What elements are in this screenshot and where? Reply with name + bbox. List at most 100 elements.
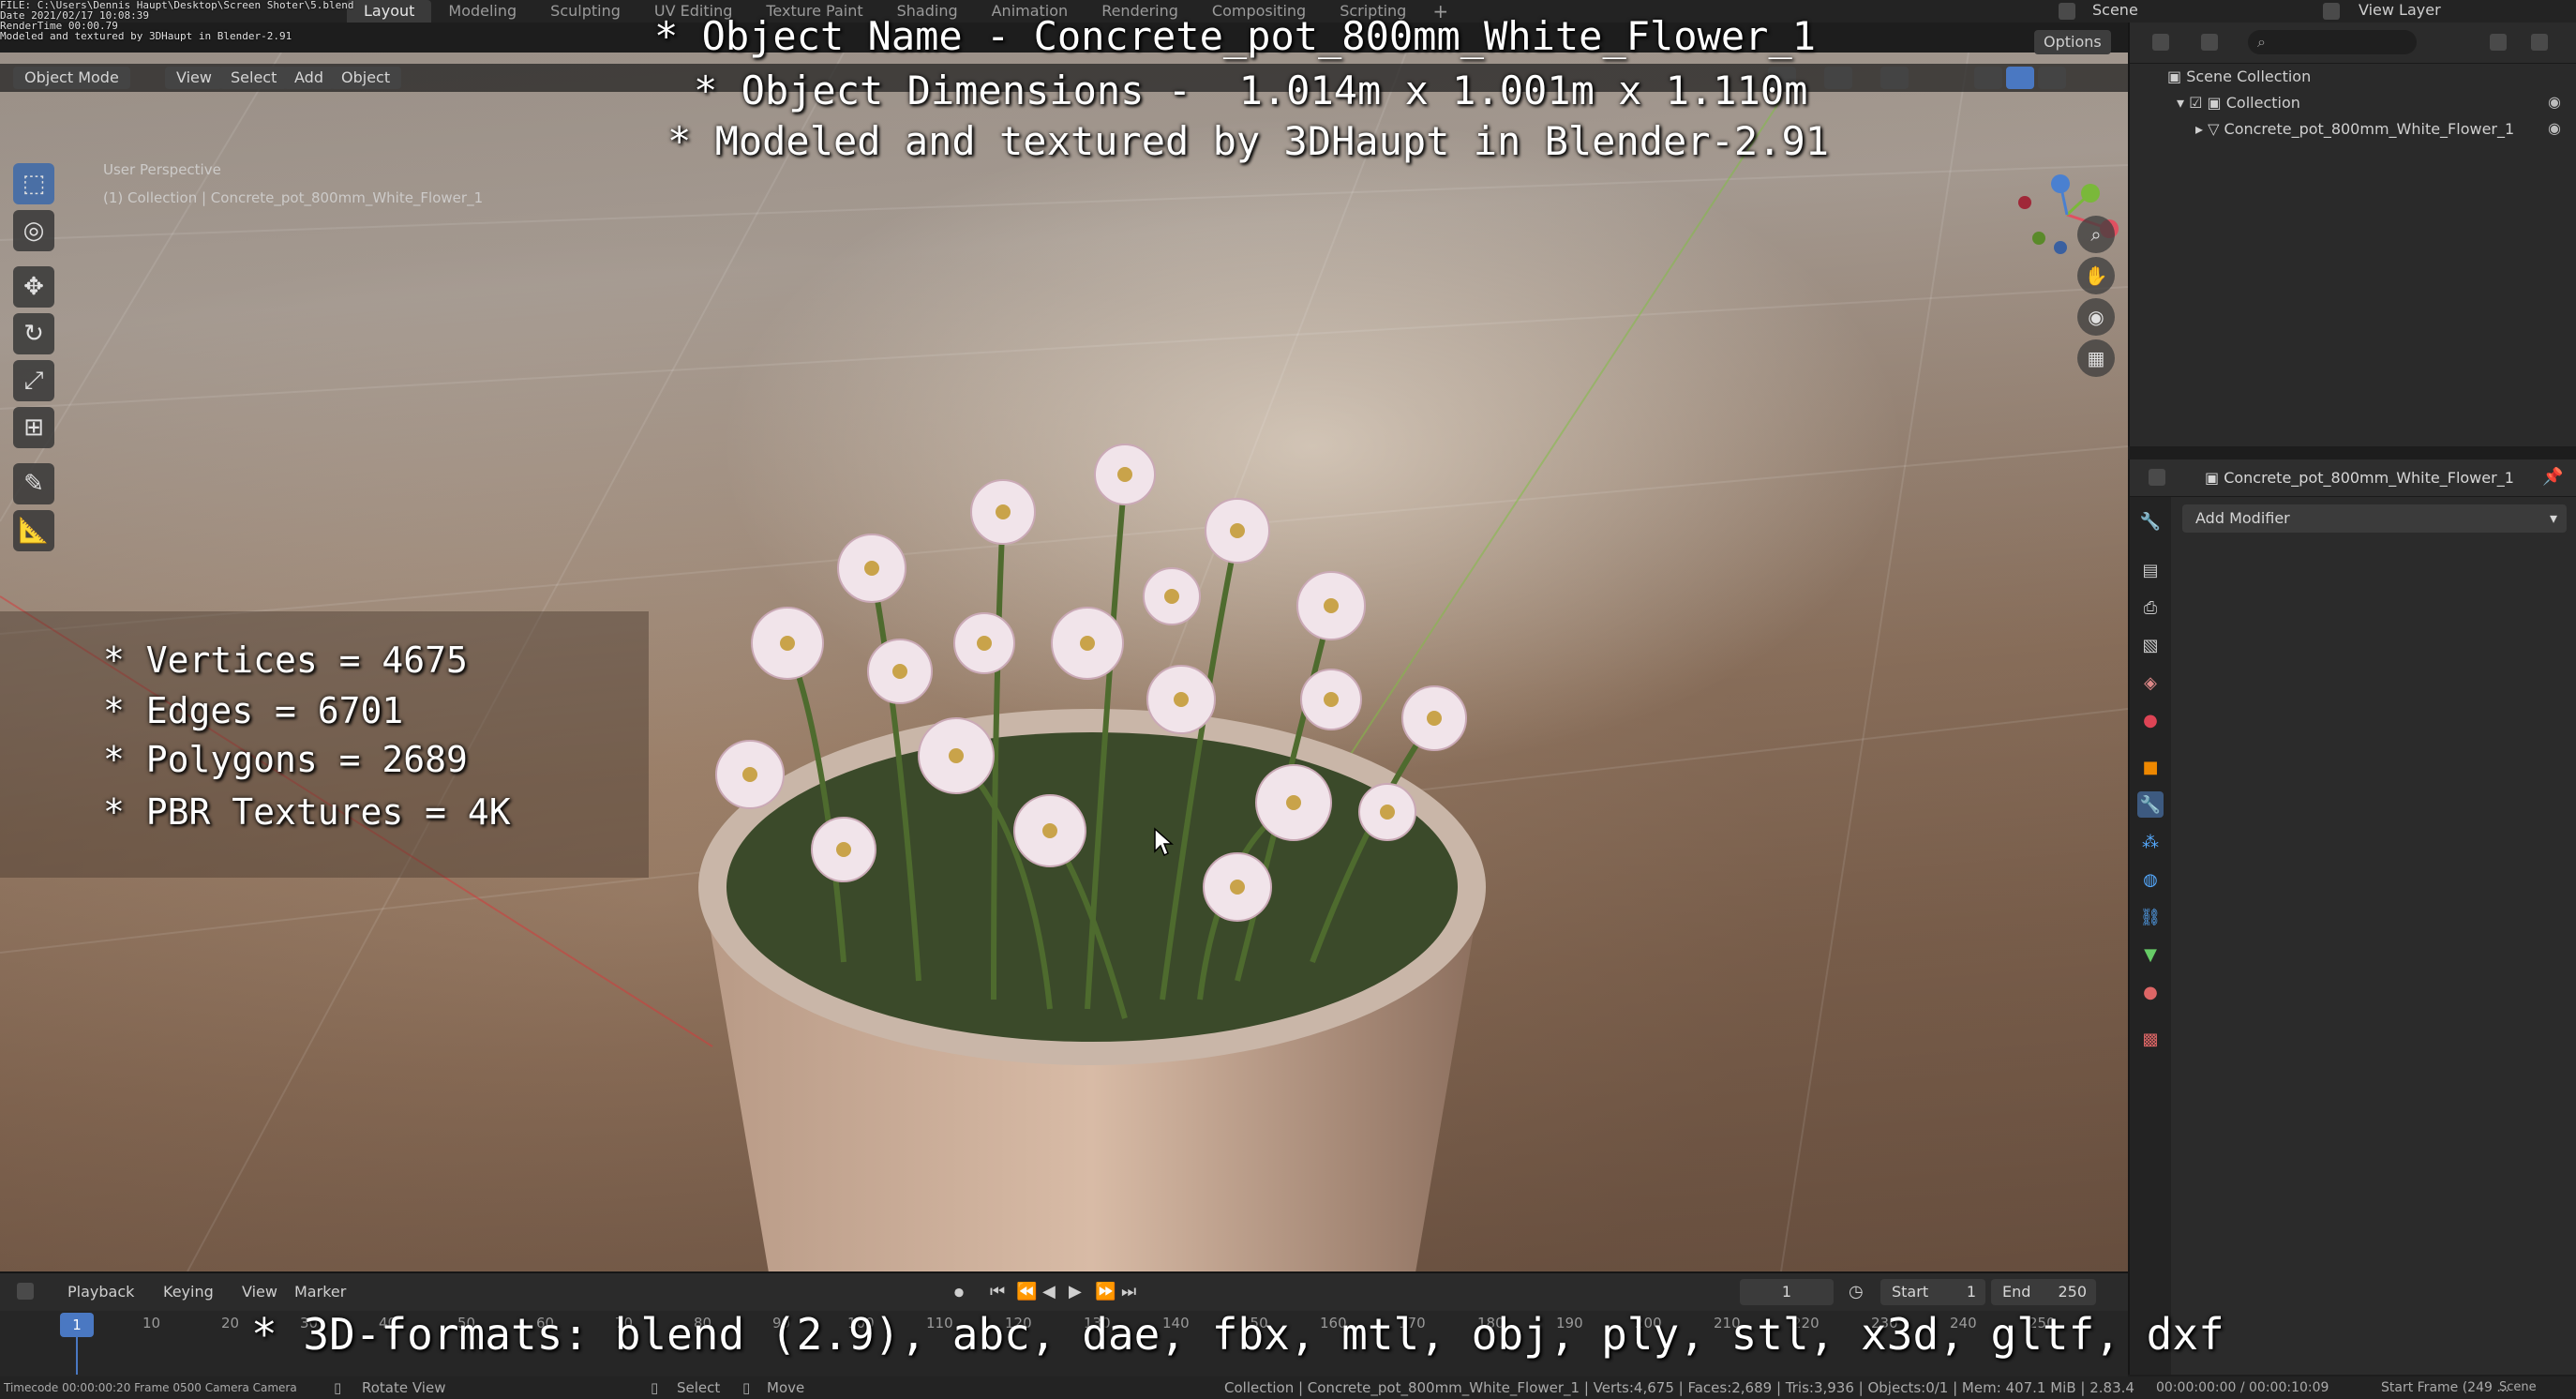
camera-view-icon[interactable]: ◉ — [2077, 298, 2115, 336]
modifier-tab-icon[interactable]: 🔧 — [2137, 791, 2164, 818]
object-tab-icon[interactable]: ■ — [2137, 754, 2164, 780]
play-reverse-icon[interactable]: ◀ — [1042, 1281, 1056, 1303]
data-tab-icon[interactable]: ▼ — [2137, 941, 2164, 968]
world-tab-icon[interactable]: ● — [2137, 707, 2164, 733]
outliner-search-input[interactable]: ⌕ — [2248, 30, 2417, 54]
view-layer-selector[interactable]: View Layer — [2359, 0, 2441, 21]
overlay-object-name: * Object Name - Concrete_pot_800mm_White… — [654, 13, 1817, 59]
scene-collection-icon: ▣ — [2167, 68, 2187, 85]
pin-icon[interactable]: 📌 — [2542, 467, 2563, 487]
playhead[interactable]: 1 — [60, 1313, 94, 1337]
record-icon[interactable]: ⏺ — [954, 1281, 964, 1303]
jump-start-icon[interactable]: ⏮ — [990, 1281, 1005, 1303]
viewport-collection-label: (1) Collection | Concrete_pot_800mm_Whit… — [103, 189, 484, 206]
orthographic-grid-icon[interactable]: ▦ — [2077, 339, 2115, 377]
pan-hand-icon[interactable]: ✋ — [2077, 257, 2115, 294]
status-move: Move — [767, 1379, 805, 1396]
end-value: 250 — [2058, 1283, 2087, 1301]
status-timecode-left: Timecode 00:00:00:20 Frame 0500 Camera C… — [4, 1381, 297, 1394]
zoom-icon[interactable]: ⌕ — [2077, 216, 2115, 253]
clock-icon[interactable]: ◷ — [1849, 1281, 1864, 1303]
annotate-icon[interactable]: ✎ — [13, 463, 54, 504]
texture-tab-icon[interactable]: ▩ — [2137, 1026, 2164, 1052]
options-dropdown[interactable]: Options — [2034, 30, 2111, 54]
eye-icon[interactable]: ◉ — [2548, 95, 2565, 110]
view-menu[interactable]: View — [242, 1281, 277, 1303]
material-tab-icon[interactable]: ● — [2137, 979, 2164, 1005]
measure-icon[interactable]: 📐 — [13, 510, 54, 551]
tool-tab-icon[interactable]: 🔧 — [2137, 508, 2164, 534]
scene-tab-icon[interactable]: ◈ — [2137, 669, 2164, 696]
object-name-label: Concrete_pot_800mm_White_Flower_1 — [2224, 469, 2514, 487]
select-box-icon[interactable]: ⬚ — [13, 163, 54, 204]
prev-keyframe-icon[interactable]: ⏪ — [1016, 1281, 1037, 1303]
rotate-icon[interactable]: ↻ — [13, 313, 54, 354]
add-modifier-label: Add Modifier — [2195, 509, 2290, 527]
status-scene: Scene — [2499, 1380, 2537, 1394]
properties-object-name: ▣ Concrete_pot_800mm_White_Flower_1 — [2205, 469, 2514, 487]
eye-icon[interactable]: ◉ — [2548, 121, 2565, 136]
render-tab-icon[interactable]: ▤ — [2137, 557, 2164, 583]
transform-icon[interactable]: ⊞ — [13, 407, 54, 448]
editor-type-icon[interactable] — [17, 1283, 34, 1300]
add-modifier-dropdown[interactable]: Add Modifier ▾ — [2182, 504, 2567, 533]
collection-label: Collection — [2225, 94, 2300, 112]
end-frame-field[interactable]: End 250 — [1991, 1279, 2096, 1305]
start-frame-field[interactable]: Start 1 — [1880, 1279, 1985, 1305]
3d-viewport[interactable]: ⬚ ◎ ✥ ↻ ⤢ ⊞ ✎ 📐 User Perspective (1) Col… — [0, 53, 2128, 1271]
view-layer-tab-icon[interactable]: ▧ — [2137, 632, 2164, 658]
status-start-frame: Start Frame (249 ... — [2381, 1380, 2509, 1395]
start-value: 1 — [1966, 1283, 1976, 1301]
cursor-icon[interactable]: ◎ — [13, 210, 54, 251]
keying-menu[interactable]: Keying — [163, 1281, 214, 1303]
object-mode-dropdown[interactable]: Object Mode — [13, 67, 130, 89]
filter-icon[interactable] — [2490, 34, 2507, 51]
new-collection-icon[interactable] — [2531, 34, 2548, 51]
object-menu[interactable]: Object — [330, 67, 402, 89]
physics-tab-icon[interactable]: ◍ — [2137, 866, 2164, 893]
editor-type-icon[interactable] — [2152, 34, 2169, 51]
constraints-tab-icon[interactable]: ⛓ — [2137, 904, 2164, 930]
output-tab-icon[interactable]: ⎙ — [2137, 594, 2164, 621]
mouse-right-icon: ▯ — [742, 1379, 751, 1396]
tick-label: 10 — [142, 1315, 161, 1331]
status-rotate-view: Rotate View — [362, 1379, 446, 1396]
tick-label: 20 — [221, 1315, 240, 1331]
play-icon[interactable]: ▶ — [1069, 1281, 1082, 1303]
marker-menu[interactable]: Marker — [294, 1281, 346, 1303]
collapse-arrow-icon[interactable]: ▾ ☑ ▣ — [2177, 94, 2226, 112]
jump-end-icon[interactable]: ⏭ — [1121, 1281, 1136, 1303]
outliner-collection[interactable]: ▾ ☑ ▣ Collection ◉ — [2130, 90, 2576, 116]
tab-layout[interactable]: Layout — [347, 0, 432, 23]
editor-type-icon[interactable] — [2149, 469, 2165, 486]
scale-icon[interactable]: ⤢ — [13, 360, 54, 401]
solid-shading-icon[interactable] — [1974, 67, 2002, 89]
current-frame-field[interactable]: 1 — [1740, 1279, 1834, 1305]
mouse-middle-icon: ▯ — [334, 1379, 342, 1396]
status-timecode: 00:00:00:00 / 00:00:10:09 — [2156, 1380, 2329, 1395]
overlay-3d-formats: * 3D-formats: blend (2.9), abc, dae, fbx… — [251, 1309, 2224, 1360]
playback-menu[interactable]: Playback — [67, 1281, 134, 1303]
scene-selector[interactable]: Scene — [2092, 0, 2138, 21]
tab-sculpting[interactable]: Sculpting — [533, 0, 637, 23]
stat-textures: * PBR Textures = 4K — [103, 791, 511, 833]
timeline-header: Playback Keying View Marker ⏺ ⏮ ⏪ ◀ ▶ ⏩ … — [0, 1273, 2128, 1311]
particles-tab-icon[interactable]: ⁂ — [2137, 829, 2164, 855]
overlay-icon[interactable] — [1880, 67, 1909, 89]
stats-panel: * Vertices = 4675 * Edges = 6701 * Polyg… — [0, 611, 649, 878]
rendered-shading-icon[interactable] — [2038, 67, 2066, 89]
view-layer-icon[interactable] — [2323, 3, 2340, 20]
outliner-object-row[interactable]: ▸ ▽ Concrete_pot_800mm_White_Flower_1 ◉ — [2130, 116, 2576, 143]
outliner-scene-collection[interactable]: ▣ Scene Collection — [2130, 64, 2576, 90]
move-icon[interactable]: ✥ — [13, 266, 54, 308]
material-shading-icon[interactable] — [2006, 67, 2034, 89]
properties-tabs: 🔧 ▤ ⎙ ▧ ◈ ● ■ 🔧 ⁂ ◍ ⛓ ▼ ● ▩ — [2130, 497, 2171, 1375]
add-menu[interactable]: Add — [283, 67, 335, 89]
tab-modeling[interactable]: Modeling — [431, 0, 533, 23]
select-menu[interactable]: Select — [219, 67, 289, 89]
display-mode-icon[interactable] — [2201, 34, 2218, 51]
gizmo-icon[interactable] — [1824, 67, 1852, 89]
next-keyframe-icon[interactable]: ⏩ — [1095, 1281, 1116, 1303]
scene-icon[interactable] — [2059, 3, 2075, 20]
view-menu[interactable]: View — [165, 67, 223, 89]
